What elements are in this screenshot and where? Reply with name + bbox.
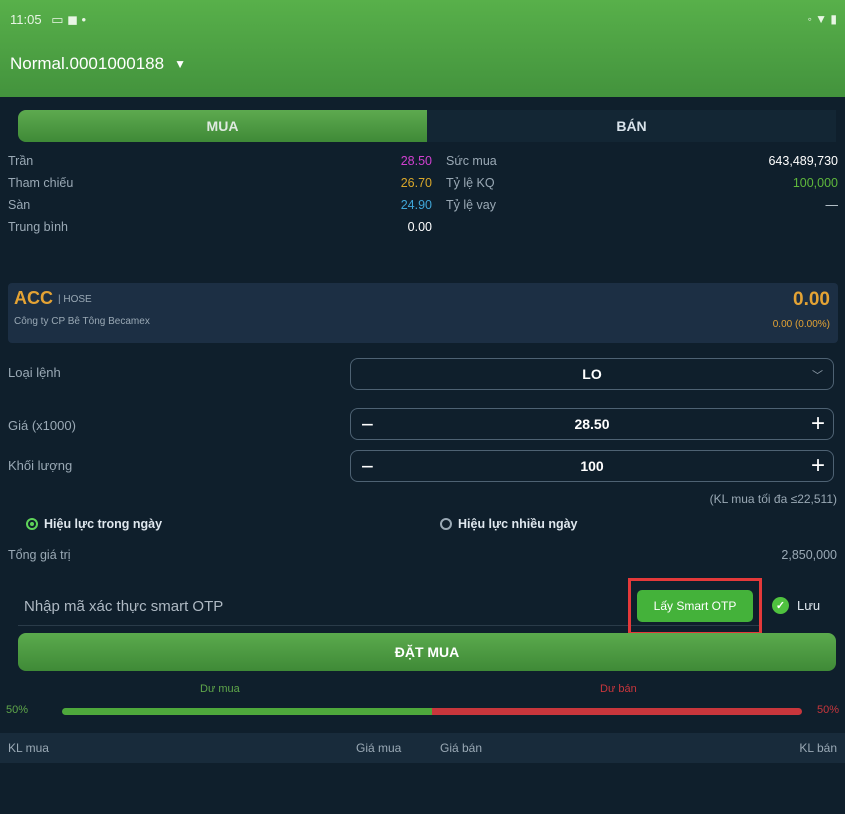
info-row: Sàn 24.90 Tỷ lệ vay — [8, 194, 838, 216]
buy-surplus-label: Dư mua [200, 683, 240, 695]
info-value: 24.90 [400, 198, 432, 212]
price-info: Trần 28.50 Sức mua 643,489,730 Tham chiếu 26.… [8, 150, 838, 238]
buy-pct: 50% [6, 704, 29, 716]
total-value: 2,850,000 [781, 548, 837, 562]
qty-label: Khối lượng [8, 458, 73, 473]
status-bar-left: 11:05 ▭ ◼ • [10, 12, 86, 28]
side-tabs: MUA BÁN [18, 110, 836, 142]
info-value-2: — [825, 198, 839, 212]
price-label: Giá (x1000) [8, 418, 76, 433]
info-value: 28.50 [400, 154, 432, 168]
status-icons: ▭ ◼ • [51, 12, 87, 27]
get-otp-button[interactable]: Lấy Smart OTP [637, 590, 753, 622]
validity-multi-label: Hiệu lực nhiều ngày [458, 517, 578, 531]
stock-card[interactable]: ACC | HOSE Công ty CP Bê Tông Becamex 0.… [8, 283, 838, 343]
otp-input[interactable] [18, 586, 626, 626]
buy-surplus-bar [62, 708, 432, 715]
clock: 11:05 [10, 12, 42, 27]
signal-icons: ◦ ▼ ▮ [807, 12, 837, 26]
place-buy-order-button[interactable]: ĐẶT MUA [18, 633, 836, 671]
total-label: Tổng giá trị [8, 548, 71, 562]
price-value[interactable]: 28.50 [351, 416, 833, 432]
info-value: 26.70 [400, 176, 432, 190]
order-type-value: LO [582, 366, 602, 382]
order-type-select[interactable]: LO ﹀ [350, 358, 834, 390]
qty-plus-button[interactable]: + [811, 452, 825, 480]
info-row: Trần 28.50 Sức mua 643,489,730 [8, 150, 838, 172]
qty-value[interactable]: 100 [351, 458, 833, 474]
stock-price: 0.00 [793, 289, 830, 310]
sell-surplus-label: Dư bán [600, 683, 637, 695]
max-qty-note: (KL mua tối đa ≤22,511) [709, 492, 837, 506]
app-header: 11:05 ▭ ◼ • ◦ ▼ ▮ Normal.0001000188 ▼ [0, 0, 845, 97]
caret-down-icon: ▼ [174, 57, 186, 71]
info-label-2: Sức mua [446, 154, 497, 168]
radio-selected-icon [26, 518, 38, 530]
col-sell-qty: KL bán [799, 741, 837, 755]
info-row: Trung bình 0.00 [8, 216, 838, 238]
validity-day-label: Hiệu lực trong ngày [44, 517, 163, 531]
info-label: Trung bình [8, 220, 68, 234]
price-plus-button[interactable]: + [811, 410, 825, 438]
chevron-down-icon: ﹀ [812, 370, 823, 382]
account-label: Normal.0001000188 [10, 54, 165, 73]
price-stepper: − 28.50 + [350, 408, 834, 440]
stock-change: 0.00 (0.00%) [772, 319, 830, 330]
check-icon: ✓ [772, 597, 789, 614]
stock-exchange: | HOSE [58, 294, 92, 305]
info-label: Sàn [8, 198, 31, 212]
company-name: Công ty CP Bê Tông Becamex [14, 316, 150, 327]
status-bar-right: ◦ ▼ ▮ [808, 12, 837, 26]
col-buy-qty: KL mua [8, 741, 49, 755]
info-value-2: 100,000 [792, 176, 838, 190]
otp-highlight: Lấy Smart OTP [628, 578, 762, 635]
order-book-header: KL mua Giá mua Giá bán KL bán [0, 733, 845, 763]
col-sell-price: Giá bán [440, 741, 483, 755]
info-label-2: Tỷ lệ vay [446, 198, 497, 212]
save-otp-toggle[interactable]: ✓ Lưu [772, 597, 820, 614]
qty-stepper: − 100 + [350, 450, 834, 482]
col-buy-price: Giá mua [356, 741, 402, 755]
validity-day-radio[interactable]: Hiệu lực trong ngày [26, 517, 162, 531]
info-label: Tham chiếu [8, 176, 74, 190]
order-type-label: Loại lệnh [8, 365, 61, 380]
info-row: Tham chiếu 26.70 Tỷ lệ KQ 100,000 [8, 172, 838, 194]
info-label-2: Tỷ lệ KQ [446, 176, 495, 190]
save-label: Lưu [797, 598, 821, 613]
radio-empty-icon [440, 518, 452, 530]
info-label: Trần [8, 154, 34, 168]
tab-buy[interactable]: MUA [18, 110, 427, 142]
info-value-2: 643,489,730 [768, 154, 838, 168]
stock-symbol: ACC [14, 288, 53, 308]
sell-surplus-bar [432, 708, 802, 715]
sell-pct: 50% [816, 704, 839, 716]
info-value: 0.00 [407, 220, 432, 234]
validity-multi-radio[interactable]: Hiệu lực nhiều ngày [440, 517, 578, 531]
account-selector[interactable]: Normal.0001000188 ▼ [10, 54, 186, 74]
tab-sell[interactable]: BÁN [427, 110, 836, 142]
